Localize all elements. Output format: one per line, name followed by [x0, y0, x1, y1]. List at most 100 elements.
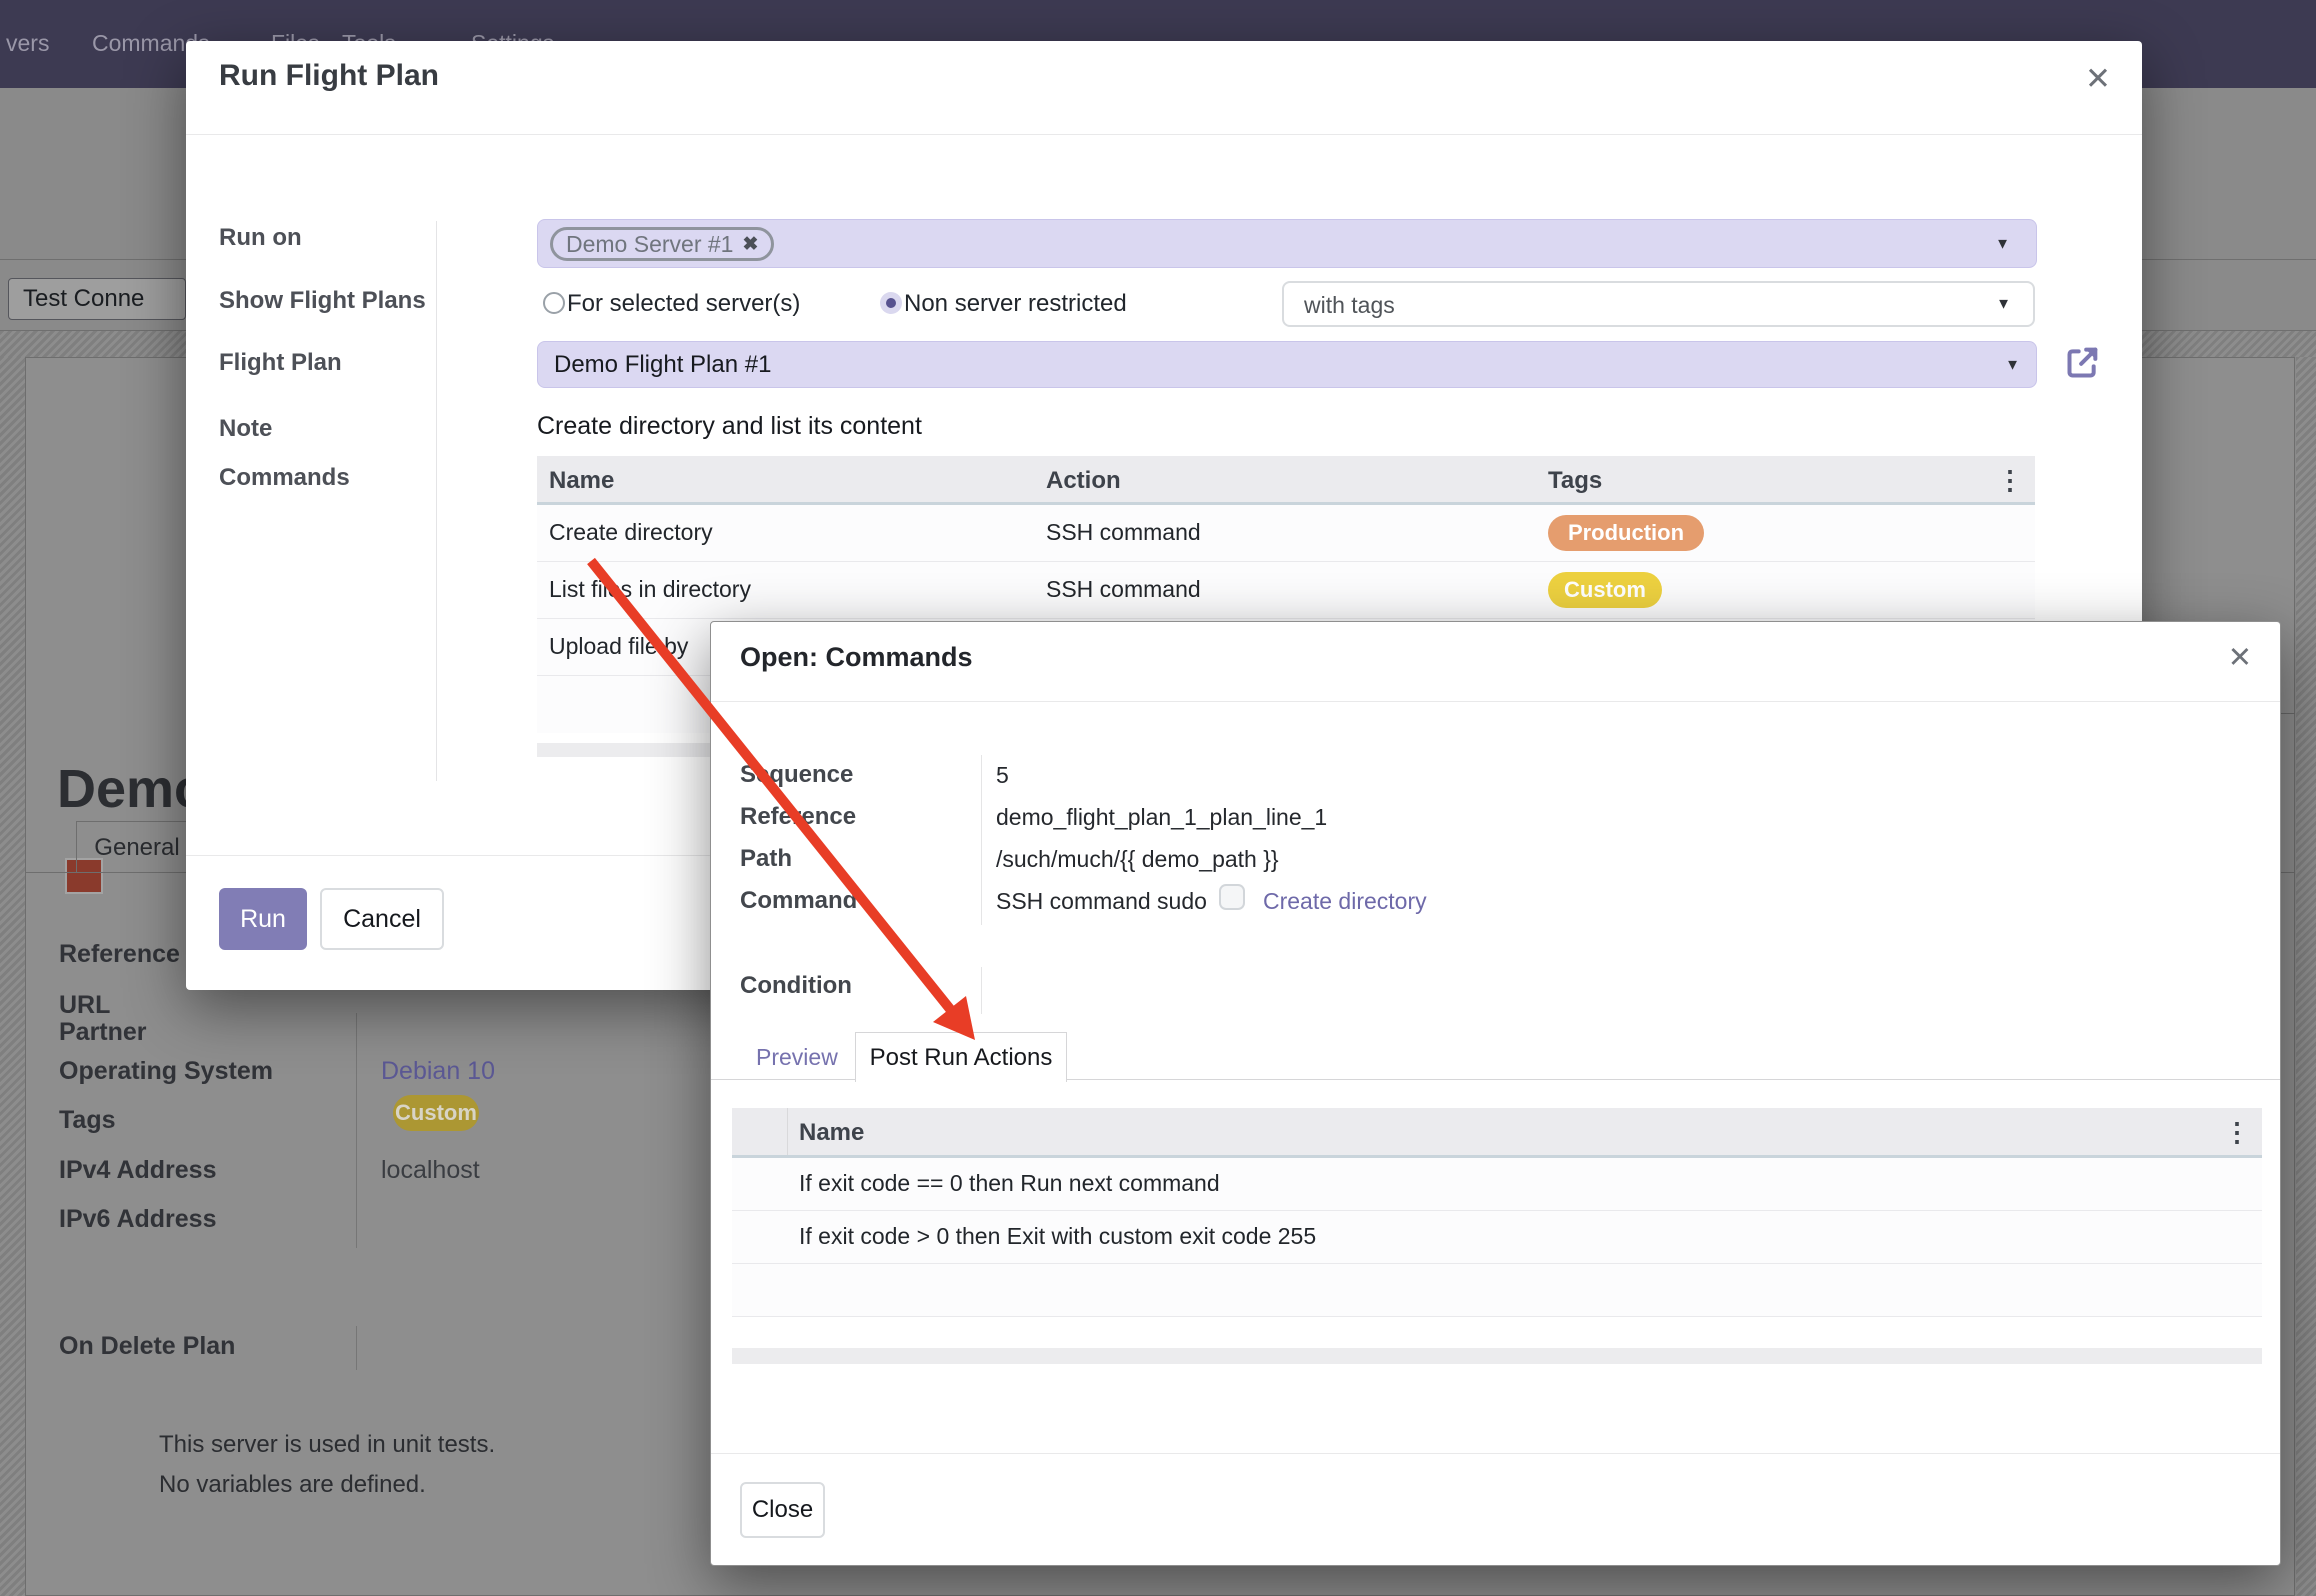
post-run-row[interactable]: If exit code == 0 then Run next command [732, 1158, 2262, 1211]
row-name: Upload file by [549, 633, 688, 660]
reference-value: demo_flight_plan_1_plan_line_1 [996, 804, 1327, 831]
close-button-label: Close [752, 1496, 813, 1524]
cancel-button-label: Cancel [343, 905, 421, 934]
radio-non-server-restricted-label: Non server restricted [904, 290, 1127, 318]
row-name: List files in directory [549, 576, 751, 603]
commands-table-header: Name Action Tags ⋮ [537, 456, 2035, 505]
tags-label: Tags [59, 1106, 116, 1135]
handle-column [732, 1108, 788, 1155]
row-action: SSH command [1046, 519, 1201, 546]
ipv4-value: localhost [381, 1156, 480, 1185]
label-commands: Commands [219, 464, 350, 492]
remove-tag-icon[interactable]: ✖ [742, 233, 758, 256]
page-hatch-left [0, 357, 25, 1596]
url-label: URL [59, 991, 110, 1020]
post-run-row-name: If exit code > 0 then Exit with custom e… [799, 1223, 1316, 1250]
with-tags-caret-icon: ▼ [1996, 296, 2011, 313]
run-on-caret-icon: ▼ [1995, 235, 2010, 252]
os-value-link[interactable]: Debian 10 [381, 1057, 495, 1086]
flight-plan-caret-icon: ▼ [2005, 356, 2020, 373]
ipv4-label: IPv4 Address [59, 1156, 216, 1185]
unit-test-note-line2: No variables are defined. [159, 1471, 426, 1499]
with-tags-value: with tags [1304, 292, 1395, 319]
label-note: Note [219, 415, 272, 443]
tab-post-run-actions[interactable]: Post Run Actions [855, 1032, 1067, 1082]
create-directory-link[interactable]: Create directory [1263, 888, 1427, 915]
tag-badge-production-label: Production [1568, 520, 1684, 546]
test-connection-button[interactable]: Test Conne [8, 278, 186, 320]
flight-plan-value: Demo Flight Plan #1 [554, 351, 771, 379]
tag-badge-custom-dimmed-label: Custom [395, 1100, 477, 1126]
post-run-table-options-icon[interactable]: ⋮ [2224, 1119, 2250, 1145]
tag-badge-production: Production [1548, 515, 1704, 551]
page-hatch-right [2296, 357, 2316, 1596]
table-options-icon[interactable]: ⋮ [1997, 467, 2023, 493]
unit-test-note-line1: This server is used in unit tests. [159, 1431, 495, 1459]
partner-label: Partner [59, 1018, 147, 1047]
col-action[interactable]: Action [1046, 467, 1121, 495]
server-name-heading: Demo [57, 758, 207, 820]
tab-preview[interactable]: Preview [756, 1044, 838, 1071]
command-value: SSH command sudo [996, 888, 1207, 915]
run-on-server-tag-label: Demo Server #1 [566, 231, 733, 258]
commands-modal-footer-divider [711, 1453, 2280, 1454]
on-delete-plan-label: On Delete Plan [59, 1332, 235, 1361]
tag-badge-custom-label: Custom [1564, 577, 1646, 603]
run-button-label: Run [240, 905, 286, 934]
on-delete-divider [356, 1326, 357, 1370]
post-run-row-name: If exit code == 0 then Run next command [799, 1170, 1220, 1197]
commands-modal-title: Open: Commands [740, 642, 973, 673]
tab-post-run-actions-label: Post Run Actions [870, 1044, 1053, 1072]
sudo-checkbox[interactable] [1219, 884, 1245, 910]
col-tags[interactable]: Tags [1548, 467, 1602, 495]
sidebar-divider [436, 221, 437, 781]
table-row[interactable]: List files in directory SSH command Cust… [537, 562, 2035, 619]
col-name[interactable]: Name [799, 1119, 864, 1147]
nav-item-servers[interactable]: vers [6, 30, 49, 57]
row-name: Create directory [549, 519, 713, 546]
radio-selected-servers[interactable] [543, 292, 565, 314]
condition-divider [981, 967, 982, 1014]
with-tags-select[interactable]: with tags ▼ [1282, 281, 2035, 327]
reference-label: Reference [740, 803, 856, 831]
post-run-table-header: Name ⋮ [732, 1108, 2262, 1158]
radio-non-server-restricted[interactable] [880, 292, 902, 314]
condition-label: Condition [740, 972, 852, 1000]
external-link-icon[interactable] [2062, 343, 2102, 383]
run-button[interactable]: Run [219, 888, 307, 950]
label-run-on: Run on [219, 224, 302, 252]
col-name[interactable]: Name [549, 467, 614, 495]
post-run-row-empty [732, 1264, 2262, 1317]
commands-modal-close-icon[interactable]: ✕ [2228, 644, 2252, 673]
run-modal-title: Run Flight Plan [219, 59, 439, 93]
cancel-button[interactable]: Cancel [320, 888, 444, 950]
run-modal-header-divider [186, 134, 2142, 135]
radio-selected-servers-label: For selected server(s) [567, 290, 800, 318]
path-label: Path [740, 845, 792, 873]
run-on-server-tag[interactable]: Demo Server #1 ✖ [550, 227, 774, 261]
reference-label: Reference [59, 940, 180, 969]
post-run-row[interactable]: If exit code > 0 then Exit with custom e… [732, 1211, 2262, 1264]
flight-plan-select[interactable]: Demo Flight Plan #1 ▼ [537, 341, 2037, 388]
run-on-select[interactable]: Demo Server #1 ✖ ▼ [537, 219, 2037, 268]
os-label: Operating System [59, 1057, 273, 1086]
sequence-label: Sequence [740, 761, 853, 789]
label-flight-plan: Flight Plan [219, 349, 342, 377]
commands-modal-header-divider [711, 701, 2280, 702]
open-commands-modal: Open: Commands ✕ Sequence Reference Path… [710, 621, 2281, 1566]
command-label: Command [740, 887, 857, 915]
tag-badge-custom-dimmed: Custom [393, 1095, 479, 1131]
run-modal-close-icon[interactable]: ✕ [2085, 63, 2111, 94]
post-run-scrollbar-strip[interactable] [732, 1348, 2262, 1364]
tab-general-label: General [94, 834, 179, 862]
tab-general[interactable]: General [76, 821, 198, 873]
table-row[interactable]: Create directory SSH command Production [537, 505, 2035, 562]
close-button[interactable]: Close [740, 1482, 825, 1538]
flight-plan-caption: Create directory and list its content [537, 412, 922, 441]
label-show-flight-plans: Show Flight Plans [219, 287, 426, 315]
ipv6-label: IPv6 Address [59, 1205, 216, 1234]
sequence-value: 5 [996, 762, 1009, 789]
tag-badge-custom: Custom [1548, 572, 1662, 608]
row-action: SSH command [1046, 576, 1201, 603]
path-value: /such/much/{{ demo_path }} [996, 846, 1279, 873]
